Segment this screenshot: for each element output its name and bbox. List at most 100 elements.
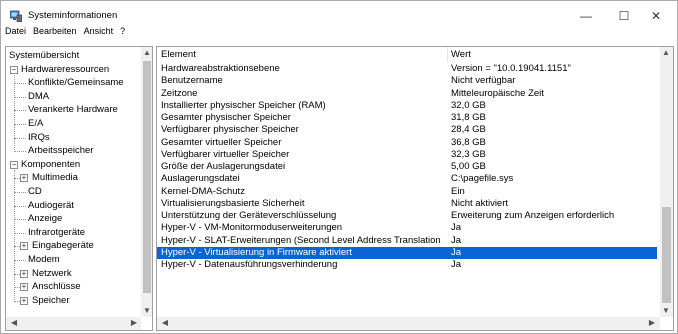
details-scroll-thumb[interactable] [662,207,671,303]
element-cell: Hyper-V - Datenausführungsverhinderung [161,259,338,270]
element-cell: Hyper-V - VM-Monitormoduserweiterungen [161,222,343,234]
menu-help[interactable]: ? [120,26,125,40]
expand-plus-icon[interactable]: + [20,269,28,278]
value-cell: Nicht verfügbar [451,75,516,87]
table-row[interactable]: Virtualisierungsbasierte Sicherheit Nicht… [157,198,657,210]
element-cell: Installierter physischer Speicher (RAM) [161,99,326,111]
table-row[interactable]: Installierter physischer Speicher (RAM) 3… [157,100,657,112]
element-cell: Hyper-V - SLAT-Erweiterungen (Second Lev… [161,234,441,246]
collapse-minus-icon[interactable]: − [10,160,18,169]
category-tree[interactable]: Systemübersicht − Hardwareressourcen Konfli… [5,46,153,331]
element-cell: Virtualisierungsbasierte Sicherheit [161,197,305,209]
scroll-right-arrow-icon[interactable]: ▶ [128,317,140,329]
tree-item[interactable]: + Multimedia [6,171,140,185]
tree-item-label: IRQs [28,131,50,143]
value-cell: Erweiterung zum Anzeigen erforderlich [451,210,615,221]
tree-item-label: Infrarotgeräte [28,226,86,238]
element-cell: Benutzername [161,75,223,87]
scroll-down-arrow-icon[interactable]: ▼ [141,305,152,317]
scroll-right-arrow-icon[interactable]: ▶ [646,317,658,329]
tree-item[interactable]: CD [6,185,140,199]
tree-item-label: Hardwareressourcen [21,63,110,75]
expand-plus-icon[interactable]: + [20,174,28,183]
scroll-left-arrow-icon[interactable]: ◀ [159,317,171,329]
tree-item[interactable]: Verankerte Hardware [6,103,140,117]
collapse-minus-icon[interactable]: − [10,65,18,74]
tree-item-label: Speicher [32,294,70,306]
tree-item[interactable]: − Komponenten [6,158,140,172]
value-cell: 36,8 GB [451,136,486,148]
tree-connector-line [14,192,26,193]
tree-item[interactable]: DMA [6,90,140,104]
details-horizontal-scrollbar[interactable]: ◀ ▶ [157,317,660,330]
table-row[interactable]: Kernel-DMA-Schutz Ein [157,186,657,198]
table-row[interactable]: Hyper-V - VM-Monitormoduserweiterungen Ja [157,222,657,234]
table-row[interactable]: Verfügbarer virtueller Speicher 32,3 GB [157,149,657,161]
value-cell: Ein [451,185,465,197]
tree-item[interactable]: + Anschlüsse [6,280,140,294]
expand-plus-icon[interactable]: + [20,242,28,251]
value-cell: Ja [451,259,462,270]
value-cell: Ja [451,222,462,234]
menu-bearbeiten[interactable]: Bearbeiten [33,26,77,40]
scroll-up-arrow-icon[interactable]: ▲ [141,47,152,59]
tree-connector-line [14,137,26,139]
table-row[interactable]: Größe der Auslagerungsdatei 5,00 GB [157,161,657,173]
tree-item[interactable]: Audiogerät [6,199,140,213]
table-row[interactable]: Auslagerungsdatei C:\pagefile.sys [157,173,657,185]
scroll-left-arrow-icon[interactable]: ◀ [8,317,20,329]
details-list[interactable]: Element Wert Hardwareabstraktionsebene Ve… [156,46,674,331]
expand-plus-icon[interactable]: + [20,283,28,292]
column-separator[interactable] [447,47,448,62]
tree-connector-line [14,124,26,125]
tree-item[interactable]: Infrarotgeräte [6,226,140,240]
table-row[interactable]: Hyper-V - Datenausführungsverhinderung Ja [157,259,657,271]
table-row[interactable]: Verfügbarer physischer Speicher 28,4 GB [157,124,657,136]
table-row[interactable]: Zeitzone Mitteleuropäische Zeit [157,88,657,100]
tree-connector-line [14,169,15,302]
value-cell: Nicht aktiviert [451,197,509,209]
tree-connector-line [14,96,26,98]
tree-item-label: E/A [28,118,44,129]
tree-item[interactable]: Konflikte/Gemeinsame [6,76,140,90]
tree-item[interactable]: + Netzwerk [6,267,140,281]
tree-item[interactable]: Anzeige [6,212,140,226]
tree-item[interactable]: Arbeitsspeicher [6,144,140,158]
table-row[interactable]: Gesamter virtueller Speicher 36,8 GB [157,137,657,149]
menu-ansicht[interactable]: Ansicht [84,26,114,40]
scroll-up-arrow-icon[interactable]: ▲ [660,47,672,59]
scroll-down-arrow-icon[interactable]: ▼ [660,305,672,317]
tree-item[interactable]: + Eingabegeräte [6,239,140,253]
table-row[interactable]: Unterstützung der Geräteverschlüsselung E… [157,210,657,222]
value-cell: C:\pagefile.sys [451,173,514,185]
value-cell: 31,8 GB [451,112,486,123]
table-row-selected[interactable]: Hyper-V - Virtualisierung in Firmware ak… [157,246,657,259]
tree-vertical-scrollbar[interactable]: ▲ ▼ [141,47,152,317]
details-vertical-scrollbar[interactable]: ▲ ▼ [660,47,673,317]
menu-bar: Datei Bearbeiten Ansicht ? [1,26,677,40]
tree-item[interactable]: E/A [6,117,140,131]
element-cell: Kernel-DMA-Schutz [161,185,245,197]
tree-item[interactable]: + Speicher [6,294,140,308]
tree-item[interactable]: IRQs [6,131,140,145]
table-row[interactable]: Benutzername Nicht verfügbar [157,75,657,87]
tree-item-label: Arbeitsspeicher [28,145,94,157]
table-row[interactable]: Gesamter physischer Speicher 31,8 GB [157,112,657,124]
expand-plus-icon[interactable]: + [20,296,28,305]
tree-scroll-thumb[interactable] [143,61,151,293]
tree-horizontal-scrollbar[interactable]: ◀ ▶ [6,317,141,330]
element-cell: Unterstützung der Geräteverschlüsselung [161,210,337,221]
tree-item[interactable]: Systemübersicht [6,49,140,63]
tree-item[interactable]: Modem [6,253,140,267]
table-row[interactable]: Hyper-V - SLAT-Erweiterungen (Second Lev… [157,235,657,247]
tree-item-label: Anzeige [28,213,63,225]
tree-item[interactable]: − Hardwareressourcen [6,63,140,77]
tree-item-label: Anschlüsse [32,281,81,293]
column-header-element[interactable]: Element [161,47,446,62]
menu-datei[interactable]: Datei [5,26,26,40]
tree-item-label: Konflikte/Gemeinsame [28,77,124,89]
table-row[interactable]: Hardwareabstraktionsebene Version = "10.0… [157,63,657,75]
column-header-value[interactable]: Wert [451,47,651,62]
tree-item-label: Komponenten [21,158,81,170]
element-cell: Größe der Auslagerungsdatei [161,161,286,172]
